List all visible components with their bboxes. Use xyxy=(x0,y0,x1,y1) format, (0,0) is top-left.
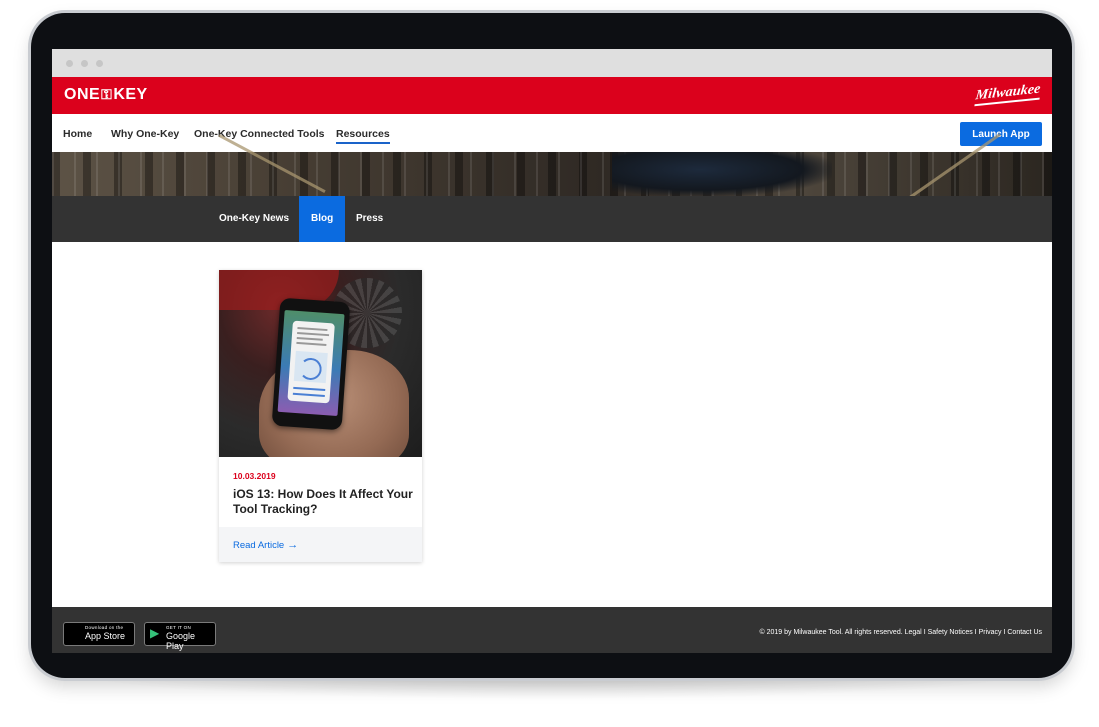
browser-screen: ONE⚿KEY Milwaukee Home Why One-Key One-K… xyxy=(52,49,1052,653)
article-card-footer: Read Article → xyxy=(219,527,422,562)
window-dot-minimize[interactable] xyxy=(81,60,88,67)
footer-link-privacy[interactable]: Privacy xyxy=(979,629,1002,636)
app-store-small-text: Download on the xyxy=(85,625,124,630)
copyright-notice: © 2019 by Milwaukee Tool. All rights res… xyxy=(759,629,903,636)
nav-why-one-key[interactable]: Why One-Key xyxy=(111,128,179,140)
nav-connected-tools[interactable]: One-Key Connected Tools xyxy=(194,128,325,140)
subnav-press[interactable]: Press xyxy=(344,196,395,242)
site-footer: Download on the App Store ▶ GET IT ON Go… xyxy=(52,607,1052,653)
browser-chrome xyxy=(52,49,1052,77)
brand-bar: ONE⚿KEY Milwaukee xyxy=(52,77,1052,114)
hero-banner-image xyxy=(52,132,1052,211)
window-dot-maximize[interactable] xyxy=(96,60,103,67)
one-key-logo[interactable]: ONE⚿KEY xyxy=(64,86,148,104)
phone-location-dialog xyxy=(287,320,335,404)
blog-article-card[interactable]: 10.03.2019 iOS 13: How Does It Affect Yo… xyxy=(219,270,422,562)
nav-resources[interactable]: Resources xyxy=(336,128,390,144)
read-article-link[interactable]: Read Article → xyxy=(233,539,298,551)
app-store-badge[interactable]: Download on the App Store xyxy=(63,622,135,646)
copyright-text: © 2019 by Milwaukee Tool. All rights res… xyxy=(760,629,1043,636)
app-store-text: App Store xyxy=(85,631,126,641)
device-frame: ONE⚿KEY Milwaukee Home Why One-Key One-K… xyxy=(31,13,1072,678)
logo-text-one: ONE xyxy=(64,86,101,103)
window-dot-close[interactable] xyxy=(66,60,73,67)
footer-link-safety-notices[interactable]: Safety Notices xyxy=(928,629,973,636)
dialog-line xyxy=(297,331,330,337)
nav-home[interactable]: Home xyxy=(63,128,92,140)
footer-link-legal[interactable]: Legal xyxy=(905,629,922,636)
article-thumbnail[interactable] xyxy=(219,270,422,457)
thumbnail-phone xyxy=(271,297,351,431)
logo-text-key: KEY xyxy=(113,86,148,103)
phone-screen xyxy=(277,310,345,416)
milwaukee-logo[interactable]: Milwaukee xyxy=(975,82,1041,105)
read-article-label: Read Article xyxy=(233,540,285,551)
play-icon: ▶ xyxy=(150,626,160,640)
dialog-line xyxy=(293,386,326,392)
subnav-blog[interactable]: Blog xyxy=(299,196,346,242)
google-play-text: Google Play xyxy=(166,631,196,651)
dialog-line xyxy=(296,336,323,341)
dialog-line xyxy=(297,326,328,332)
footer-link-contact-us[interactable]: Contact Us xyxy=(1007,629,1042,636)
article-date: 10.03.2019 xyxy=(233,471,276,481)
dialog-line xyxy=(296,341,327,347)
google-play-small-text: GET IT ON xyxy=(166,625,192,630)
subnav-one-key-news[interactable]: One-Key News xyxy=(207,196,301,242)
top-navigation: Home Why One-Key One-Key Connected Tools… xyxy=(52,114,1052,152)
dialog-line xyxy=(292,392,325,398)
resources-subnav: One-Key News Blog Press xyxy=(52,196,1052,242)
launch-app-button[interactable]: Launch App xyxy=(960,122,1042,146)
hero-worker xyxy=(612,152,832,196)
signal-key-icon: ⚿ xyxy=(101,86,113,102)
article-title[interactable]: iOS 13: How Does It Affect Your Tool Tra… xyxy=(233,487,413,517)
arrow-right-icon: → xyxy=(287,539,299,551)
google-play-badge[interactable]: ▶ GET IT ON Google Play xyxy=(144,622,216,651)
